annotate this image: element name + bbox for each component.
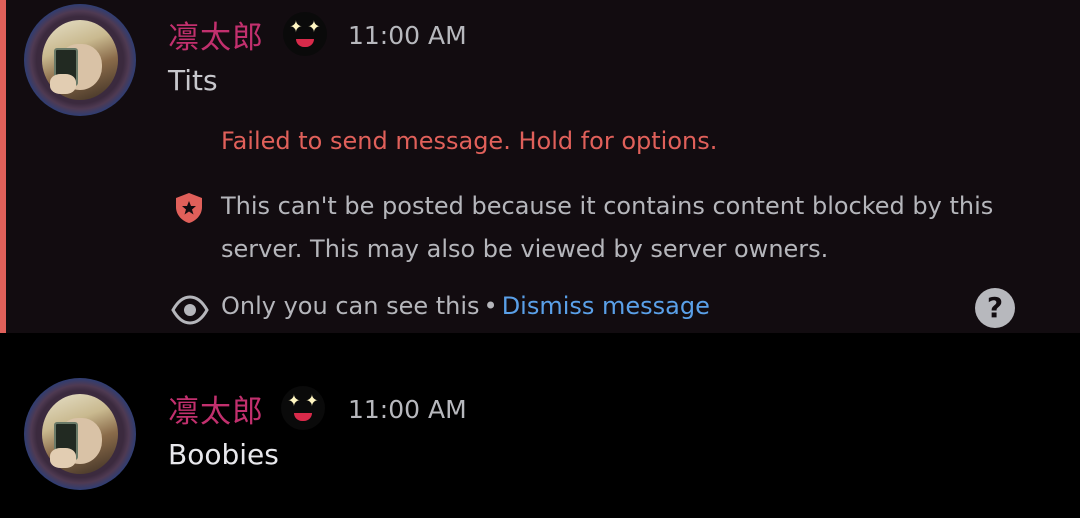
avatar[interactable] bbox=[24, 4, 136, 116]
failed-to-send-text: Failed to send message. Hold for options… bbox=[221, 127, 718, 155]
message-sent[interactable]: 凛太郎 ✦ ✦ 11:00 AM Boobies bbox=[0, 333, 1080, 518]
timestamp: 11:00 AM bbox=[348, 395, 467, 424]
ephemeral-label: Only you can see this bbox=[221, 292, 480, 320]
message-content: Tits bbox=[168, 64, 218, 97]
eye-icon bbox=[171, 295, 209, 325]
blocked-content-notice: This can't be posted because it contains… bbox=[221, 192, 994, 263]
timestamp: 11:00 AM bbox=[348, 21, 467, 50]
sparkle-eyes-emoji-icon: ✦ ✦ bbox=[283, 12, 327, 56]
avatar[interactable] bbox=[24, 378, 136, 490]
bullet-separator: • bbox=[483, 292, 498, 320]
username[interactable]: 凛太郎 bbox=[168, 12, 264, 57]
message-failed[interactable]: 凛太郎 ✦ ✦ 11:00 AM Tits Failed to send mes… bbox=[0, 0, 1080, 333]
question-circle-icon[interactable]: ? bbox=[975, 288, 1015, 328]
sparkle-eyes-emoji-icon: ✦ ✦ bbox=[281, 386, 325, 430]
ephemeral-row: Only you can see this • Dismiss message bbox=[221, 292, 710, 320]
username[interactable]: 凛太郎 bbox=[168, 386, 264, 431]
shield-star-icon bbox=[176, 193, 202, 223]
failed-accent-bar bbox=[0, 0, 6, 333]
avatar-hand bbox=[50, 448, 76, 468]
dismiss-message-link[interactable]: Dismiss message bbox=[502, 292, 710, 320]
message-content: Boobies bbox=[168, 438, 279, 471]
avatar-hand bbox=[50, 74, 76, 94]
